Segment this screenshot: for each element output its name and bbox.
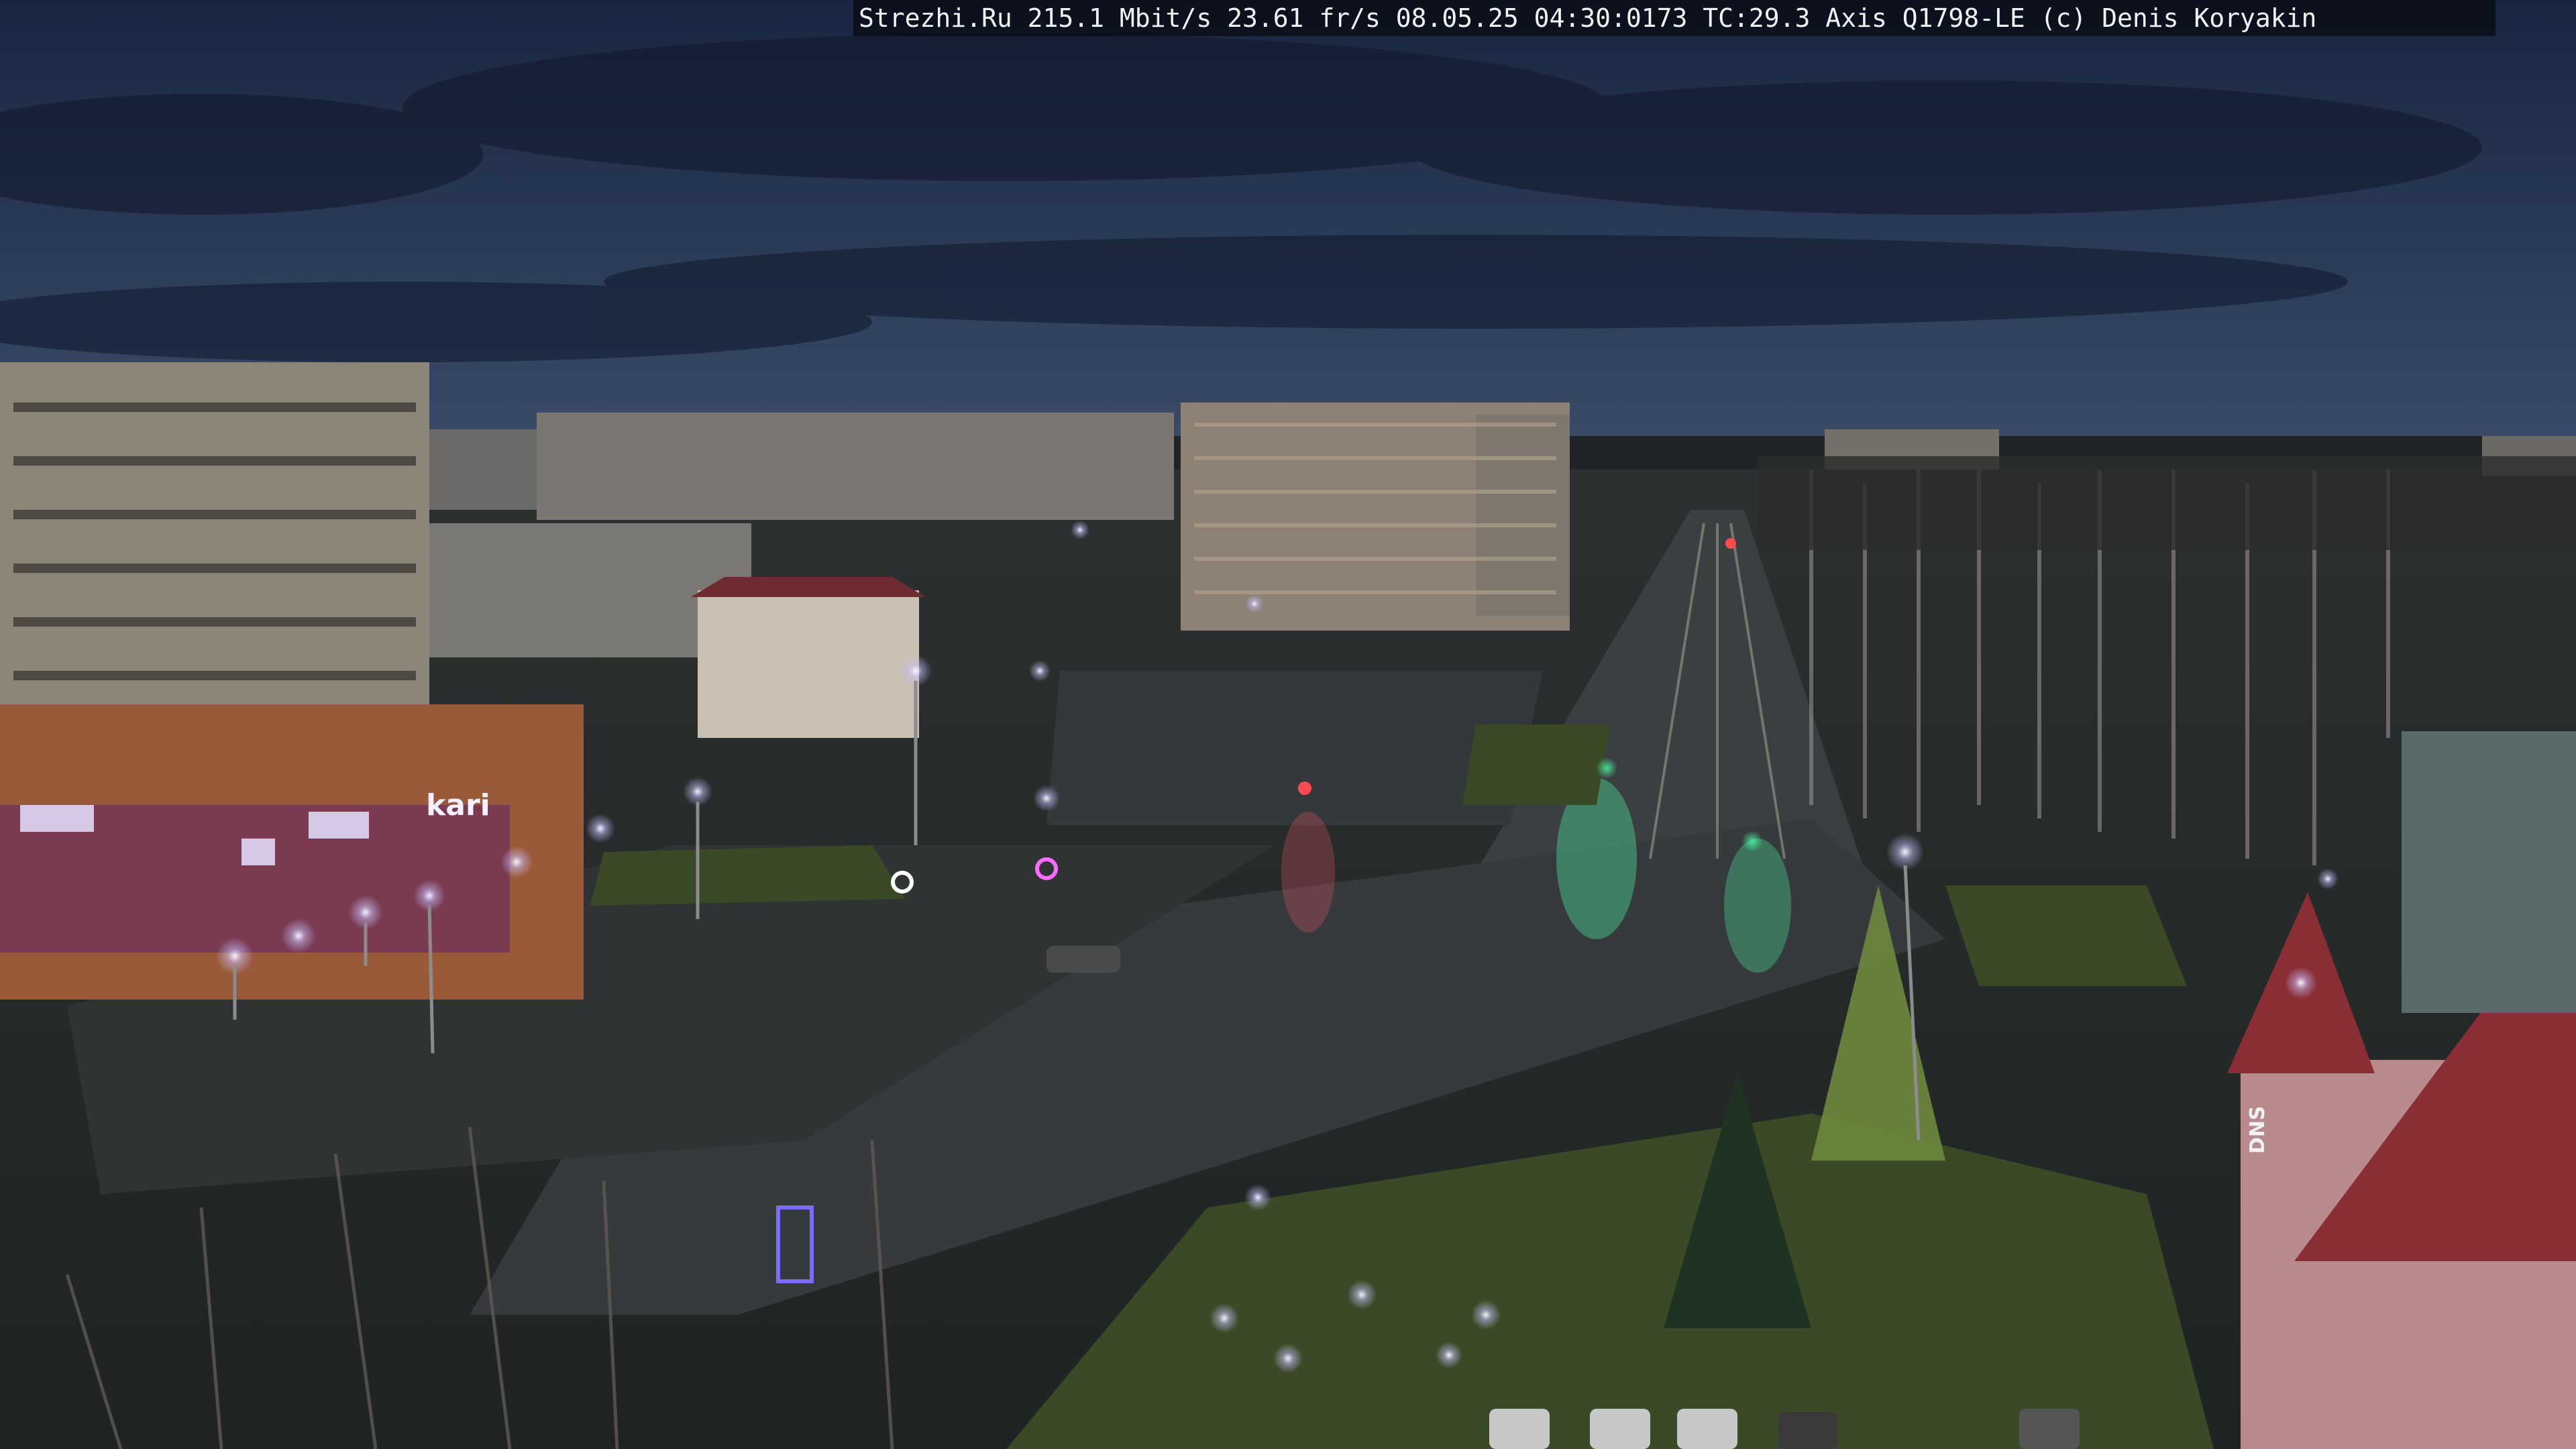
red-roof [691,577,926,597]
dns-store-sign: DNS [2246,1106,2269,1154]
kari-store-sign: kari [426,788,490,822]
camera-status-overlay: Strezhi.Ru 215.1 Mbit/s 23.61 fr/s 08.05… [853,0,2496,36]
forest-canopy [1758,456,2576,550]
webcam-scene: kari DNS [0,0,2576,1449]
right-glass-building [2402,731,2576,1013]
red-roof-house [698,590,919,738]
